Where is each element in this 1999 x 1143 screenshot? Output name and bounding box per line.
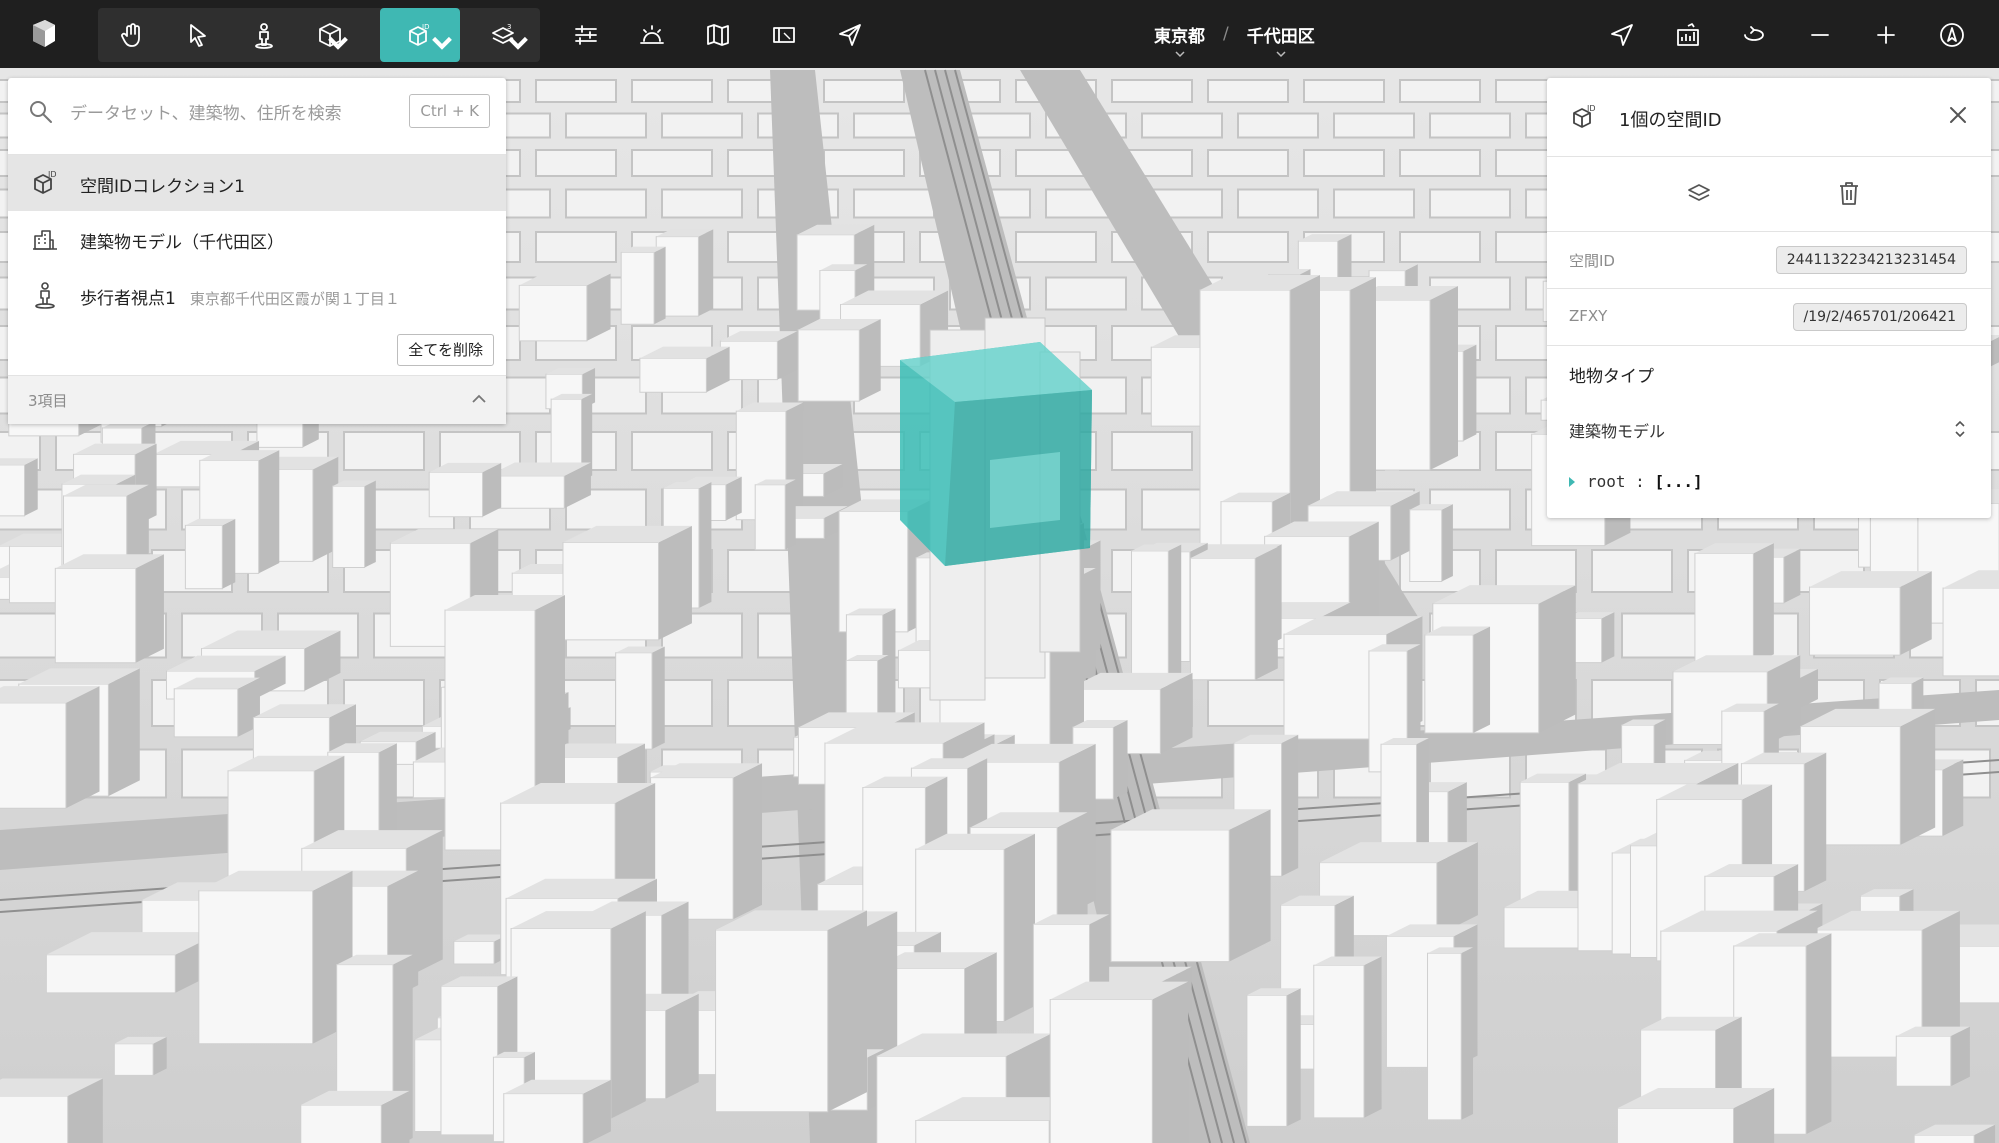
prop-key: ZFXY — [1569, 307, 1608, 325]
hand-icon[interactable] — [106, 8, 158, 62]
spatial-id-icon[interactable]: ID — [380, 8, 460, 62]
cube-icon[interactable] — [304, 8, 356, 62]
inspector-panel: ID 1個の空間ID 空間ID 2441132234213231454 ZFXY… — [1547, 78, 1991, 518]
sliders-icon[interactable] — [560, 8, 612, 62]
breadcrumb-ward-label: 千代田区 — [1246, 26, 1315, 47]
json-tree-root[interactable]: root : [...] — [1569, 472, 1703, 491]
chart-icon[interactable] — [1662, 8, 1714, 62]
pointer-icon[interactable] — [172, 8, 224, 62]
rotate-icon[interactable] — [1728, 8, 1780, 62]
inspector-actions — [1547, 157, 1991, 232]
pedestrian-icon — [35, 282, 55, 309]
feature-type-label: 地物タイプ — [1569, 367, 1654, 387]
sun-icon[interactable] — [626, 8, 678, 62]
chevron-up-icon — [472, 394, 486, 403]
app-logo-icon[interactable] — [0, 0, 88, 68]
breadcrumb-prefecture[interactable]: 東京都 — [1150, 22, 1209, 57]
pedestrian-icon[interactable] — [238, 8, 290, 62]
feature-type-value: 建築物モデル — [1569, 422, 1666, 441]
expand-icon — [1569, 477, 1575, 487]
panel-footer[interactable]: 3項目 — [8, 375, 506, 424]
top-toolbar: ID 3 東京都 / 千代田区 — [0, 0, 1999, 68]
inspector-title: 1個の空間ID — [1619, 110, 1722, 131]
breadcrumb-ward[interactable]: 千代田区 — [1243, 22, 1319, 57]
dataset-item-label: 建築物モデル（千代田区） — [80, 233, 284, 253]
breadcrumb: 東京都 / 千代田区 — [1150, 0, 1319, 68]
prop-row-spatial-id: 空間ID 2441132234213231454 — [1547, 232, 1991, 289]
dataset-item-pedestrian-view[interactable]: 歩行者視点1 東京都千代田区霞が関１丁目１ — [8, 267, 506, 323]
dataset-item-building-model[interactable]: 建築物モデル（千代田区） — [8, 211, 506, 267]
prop-value[interactable]: 2441132234213231454 — [1775, 246, 1967, 274]
breadcrumb-separator: / — [1223, 24, 1229, 44]
compass-icon[interactable] — [1926, 8, 1978, 62]
close-icon[interactable] — [1947, 104, 1969, 126]
chevron-down-icon — [1174, 50, 1185, 57]
tree-key: root — [1587, 472, 1626, 491]
breadcrumb-prefecture-label: 東京都 — [1154, 26, 1205, 47]
location-icon[interactable] — [1596, 8, 1648, 62]
spatial-id-icon: ID — [1573, 104, 1596, 128]
layers-icon[interactable] — [1685, 179, 1713, 207]
search-icon — [30, 101, 52, 123]
select-arrows-icon — [1955, 420, 1965, 438]
layers-3d-icon[interactable]: 3 — [470, 8, 536, 62]
prop-value[interactable]: /19/2/465701/206421 — [1792, 303, 1967, 331]
prop-row-zfxy: ZFXY /19/2/465701/206421 — [1547, 289, 1991, 346]
clear-all-button[interactable]: 全てを削除 — [397, 334, 494, 366]
dataset-item-label: 空間IDコレクション1 — [80, 177, 245, 197]
spatial-id-voxel — [900, 342, 1092, 566]
feature-type-select[interactable]: 建築物モデル — [1569, 414, 1969, 444]
dataset-item-title: 歩行者視点1 — [80, 289, 176, 309]
svg-text:ID: ID — [48, 170, 57, 179]
spatial-id-icon: ID — [34, 170, 57, 194]
trash-icon[interactable] — [1835, 179, 1863, 207]
clipping-icon[interactable] — [758, 8, 810, 62]
inspector-header: ID 1個の空間ID — [1547, 78, 1991, 157]
svg-text:ID: ID — [1587, 104, 1596, 113]
tree-value: [...] — [1654, 472, 1703, 491]
dataset-item-address: 東京都千代田区霞が関１丁目１ — [189, 290, 400, 308]
dataset-panel: Ctrl + K ID 空間IDコレクション1 建築物モデル（千代田区） 歩行者… — [8, 78, 506, 424]
zoom-in-icon[interactable] — [1860, 8, 1912, 62]
search-input[interactable] — [68, 98, 402, 130]
building-icon — [33, 230, 57, 250]
share-icon[interactable] — [824, 8, 876, 62]
map-icon[interactable] — [692, 8, 744, 62]
zoom-out-icon[interactable] — [1794, 8, 1846, 62]
search-shortcut-hint: Ctrl + K — [409, 94, 490, 128]
dataset-item-label: 歩行者視点1 東京都千代田区霞が関１丁目１ — [80, 284, 400, 309]
item-count: 3項目 — [28, 392, 68, 410]
dataset-item-spatial-id-collection[interactable]: ID 空間IDコレクション1 — [8, 155, 506, 211]
chevron-down-icon — [1276, 50, 1286, 57]
prop-key: 空間ID — [1569, 252, 1615, 270]
search-bar: Ctrl + K — [8, 78, 506, 155]
